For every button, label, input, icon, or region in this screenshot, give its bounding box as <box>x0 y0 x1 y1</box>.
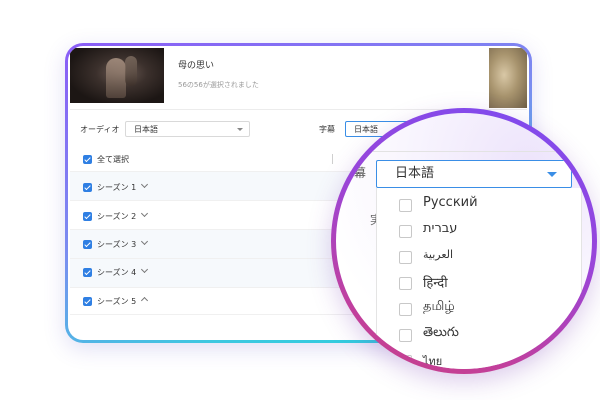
option-checkbox[interactable] <box>399 225 412 238</box>
season-checkbox[interactable] <box>83 183 92 192</box>
row-divider <box>336 151 592 152</box>
language-option-label: العربية <box>423 248 454 261</box>
option-checkbox[interactable] <box>399 251 412 264</box>
subtitle-label: 字幕 <box>319 125 335 134</box>
column-divider <box>332 154 333 164</box>
subtitle-language-dropdown: Русский עברית العربية हिन्दी தமிழ் తెలుగ… <box>376 188 582 369</box>
video-thumbnail <box>70 48 164 103</box>
season-checkbox[interactable] <box>83 240 92 249</box>
season-checkbox[interactable] <box>83 212 92 221</box>
magnifier-ring: 幕 実 日本語 Русский עברית العربية हिन्दी <box>331 108 597 374</box>
language-option-label: हिन्दी <box>423 276 448 291</box>
season-checkbox[interactable] <box>83 268 92 277</box>
audio-label: オーディオ <box>80 125 120 134</box>
season-label[interactable]: シーズン 3 <box>97 239 136 250</box>
subtitle-select-zoomed-value: 日本語 <box>395 166 435 181</box>
season-label[interactable]: シーズン 4 <box>97 267 136 278</box>
video-title: 母の思い <box>178 61 215 71</box>
season-label[interactable]: シーズン 1 <box>97 182 136 193</box>
language-option-label: தமிழ் <box>423 299 455 314</box>
audio-select[interactable]: 日本語 <box>125 121 250 137</box>
selection-status: 56の56が選択されました <box>178 81 259 89</box>
language-option-label: తెలుగు <box>423 325 459 340</box>
option-checkbox[interactable] <box>399 303 412 316</box>
magnifier-lens: 幕 実 日本語 Русский עברית العربية हिन्दी <box>336 113 592 369</box>
language-option-label: ไทย <box>423 355 443 368</box>
subtitle-label-fragment: 幕 <box>354 166 367 180</box>
select-all-checkbox[interactable] <box>83 155 92 164</box>
option-checkbox[interactable] <box>399 329 412 342</box>
language-option-label: עברית <box>423 221 458 236</box>
subtitle-select-value: 日本語 <box>354 125 378 134</box>
chevron-up-icon[interactable] <box>140 296 149 305</box>
chevron-down-icon <box>547 172 557 177</box>
next-video-thumbnail <box>489 48 527 108</box>
option-checkbox[interactable] <box>399 199 412 212</box>
audio-select-value: 日本語 <box>134 125 158 134</box>
language-option-label: Русский <box>423 195 478 210</box>
option-checkbox[interactable] <box>399 277 412 290</box>
option-checkbox[interactable] <box>399 355 412 368</box>
season-label[interactable]: シーズン 2 <box>97 211 136 222</box>
select-all-label: 全て選択 <box>97 155 129 164</box>
subtitle-select-zoomed[interactable]: 日本語 <box>376 160 572 188</box>
season-label[interactable]: シーズン 5 <box>97 296 136 307</box>
season-checkbox[interactable] <box>83 297 92 306</box>
chevron-down-icon <box>237 128 243 131</box>
